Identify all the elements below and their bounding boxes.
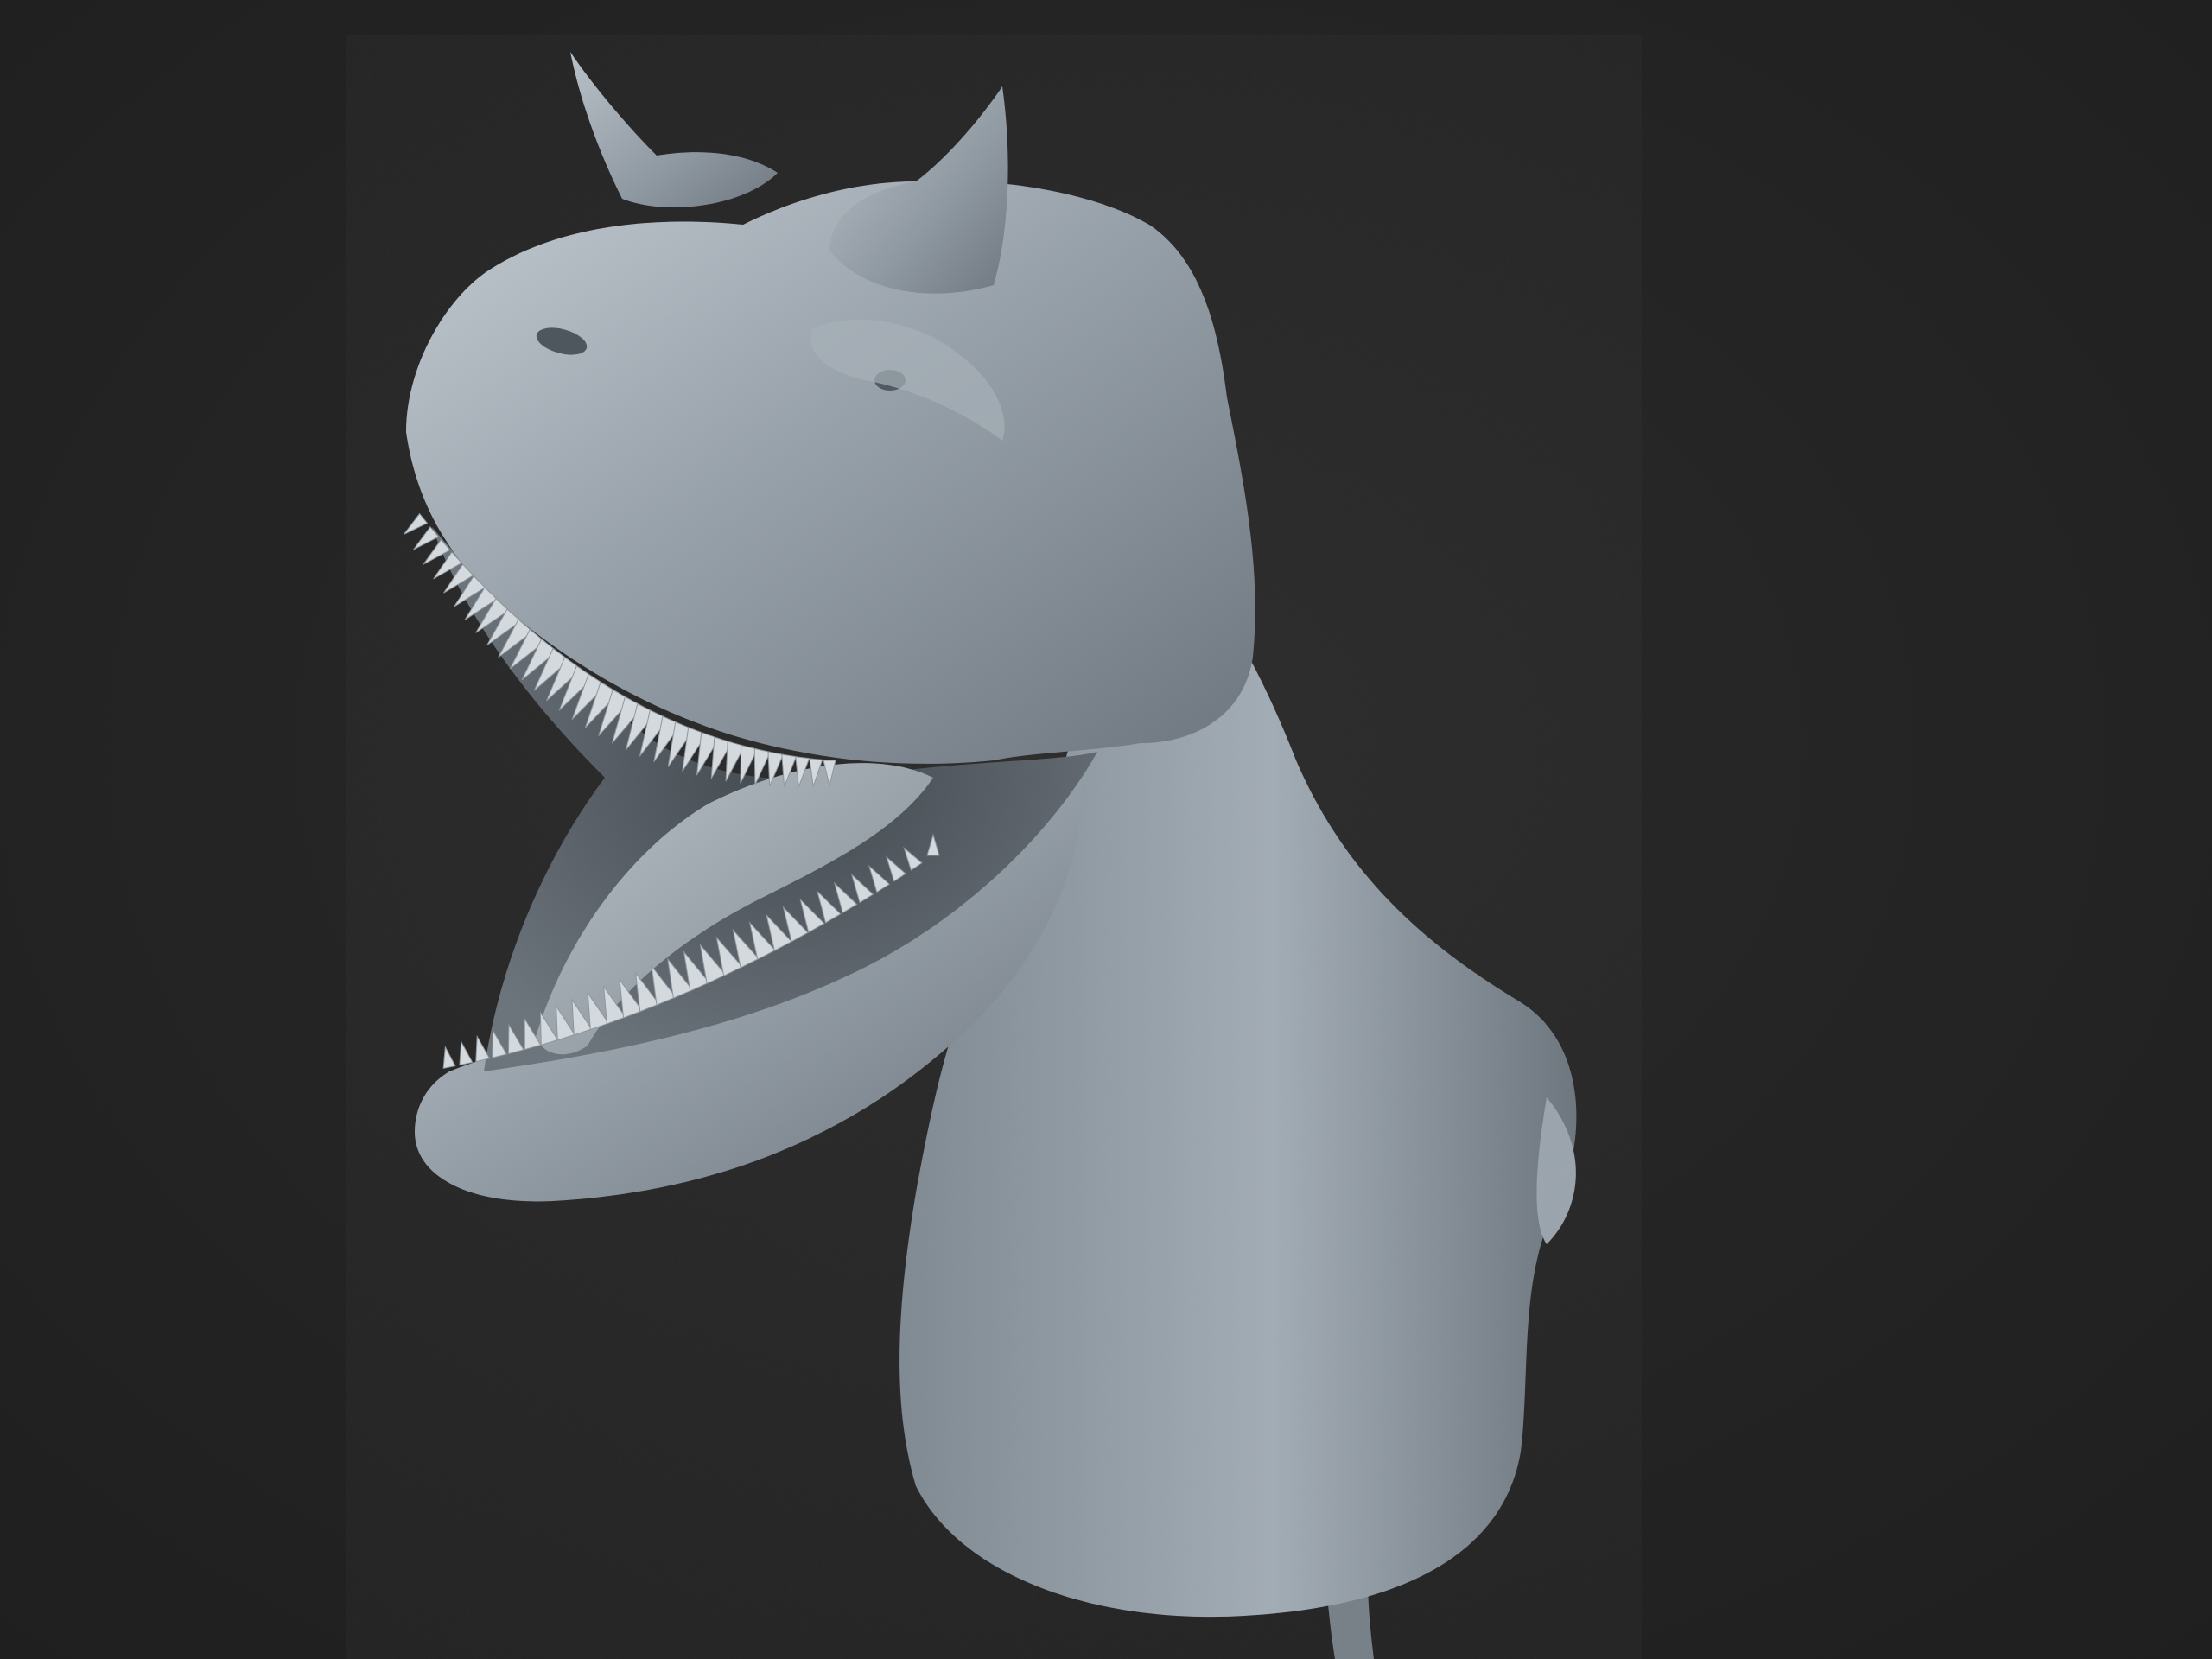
clay-render-canvas bbox=[0, 0, 2212, 1659]
render-viewport bbox=[0, 0, 2212, 1659]
skin-texture bbox=[346, 35, 1642, 1659]
